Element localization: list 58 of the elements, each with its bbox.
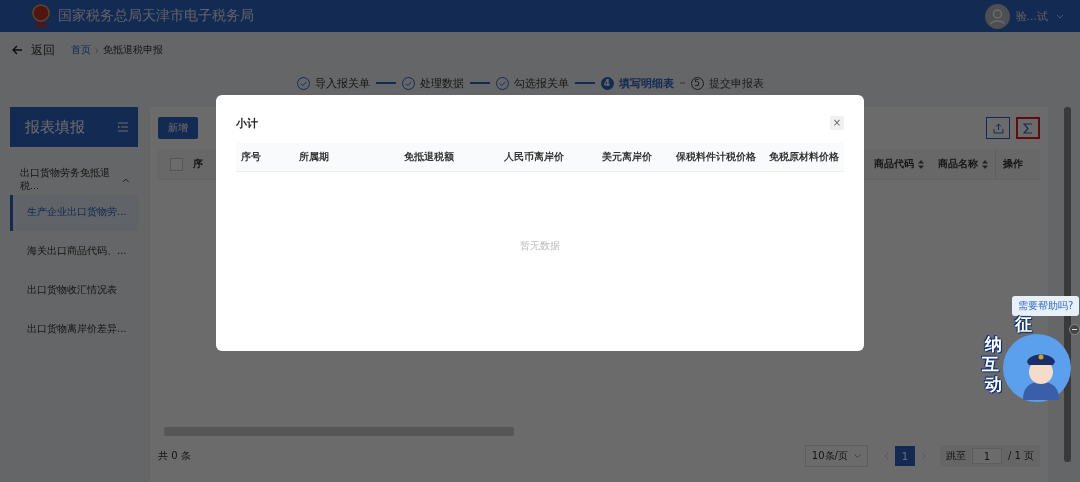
total-count: 共 0 条 [158, 449, 191, 463]
chevron-up-icon [122, 177, 130, 183]
column-header[interactable]: 商品代码 [867, 149, 931, 179]
column-header: 免税原材料价格 [768, 150, 839, 164]
menu-icon[interactable] [118, 122, 128, 132]
badge-character: 征 [1015, 316, 1032, 333]
page-size-select[interactable]: 10条/页 [804, 445, 868, 467]
sidebar-item[interactable]: 出口货物离岸价差异... [10, 312, 138, 348]
step-label: 勾选报关单 [513, 75, 569, 91]
chevron-down-icon[interactable] [1056, 13, 1064, 19]
column-header: 美元离岸价 [601, 150, 652, 164]
step-label: 处理数据 [419, 75, 464, 91]
assistant-figure-drawing[interactable] [1003, 334, 1071, 402]
sort-icon[interactable] [982, 159, 988, 169]
sort-icon[interactable] [918, 159, 924, 169]
page-button[interactable]: 1 [894, 446, 915, 466]
breadcrumb-link[interactable]: 首页 [71, 43, 91, 57]
chevron-down-icon [853, 454, 861, 458]
page-count: / 1 页 [1007, 449, 1034, 463]
site-title: 国家税务总局天津市电子税务局 [58, 7, 254, 25]
step-label: 提交申报表 [708, 75, 764, 91]
column-header: 人民币离岸价 [503, 150, 564, 164]
upload-icon [992, 122, 1004, 134]
user-name[interactable]: 验...试 [1015, 8, 1048, 24]
back-arrow-icon[interactable] [12, 45, 23, 55]
back-link[interactable]: 返回 [31, 41, 55, 59]
jump-label: 跳至 [945, 449, 966, 463]
step-number: 4 [600, 76, 614, 90]
badge-character: 动 [985, 376, 1002, 393]
emblem-icon [32, 4, 50, 28]
step-label: 填写明细表 [618, 75, 674, 91]
column-header: 操作 [995, 149, 1040, 179]
page-input[interactable]: 1 [971, 448, 1002, 464]
column-header[interactable]: 商品名称 [931, 149, 995, 179]
dialog-title: 小计 [236, 115, 258, 131]
badge-character: 纳 [985, 336, 1002, 353]
breadcrumb-current: 免抵退税申报 [103, 43, 163, 57]
column-header: 保税料件计税价格 [675, 150, 756, 164]
sum-button[interactable] [1016, 117, 1040, 139]
column-header: 序号 [241, 150, 262, 164]
minimize-icon[interactable] [1069, 324, 1080, 335]
step-label: 导入报关单 [314, 75, 370, 91]
avatar-icon[interactable] [984, 3, 1010, 29]
column-header: 序 [193, 157, 203, 171]
column-header: 免抵退税额 [403, 150, 454, 164]
help-bubble[interactable]: 需要帮助吗? [1012, 296, 1080, 316]
export-button[interactable] [986, 117, 1010, 139]
close-button[interactable]: × [830, 116, 844, 130]
badge-character: 互 [982, 356, 999, 373]
sidebar-item[interactable]: 出口货物收汇情况表 [10, 273, 138, 309]
sidebar-title: 报表填报 [25, 117, 85, 137]
add-button[interactable]: 新增 [158, 117, 198, 139]
sidebar-item[interactable]: 海关出口商品代码、... [10, 234, 138, 270]
breadcrumb-separator: › [95, 44, 99, 56]
sidebar-item[interactable]: 生产企业出口货物劳... [10, 195, 138, 231]
column-header: 所属期 [299, 150, 330, 164]
sigma-icon [1023, 122, 1033, 134]
menu-group[interactable]: 出口货物劳务免抵退税... [10, 165, 138, 195]
